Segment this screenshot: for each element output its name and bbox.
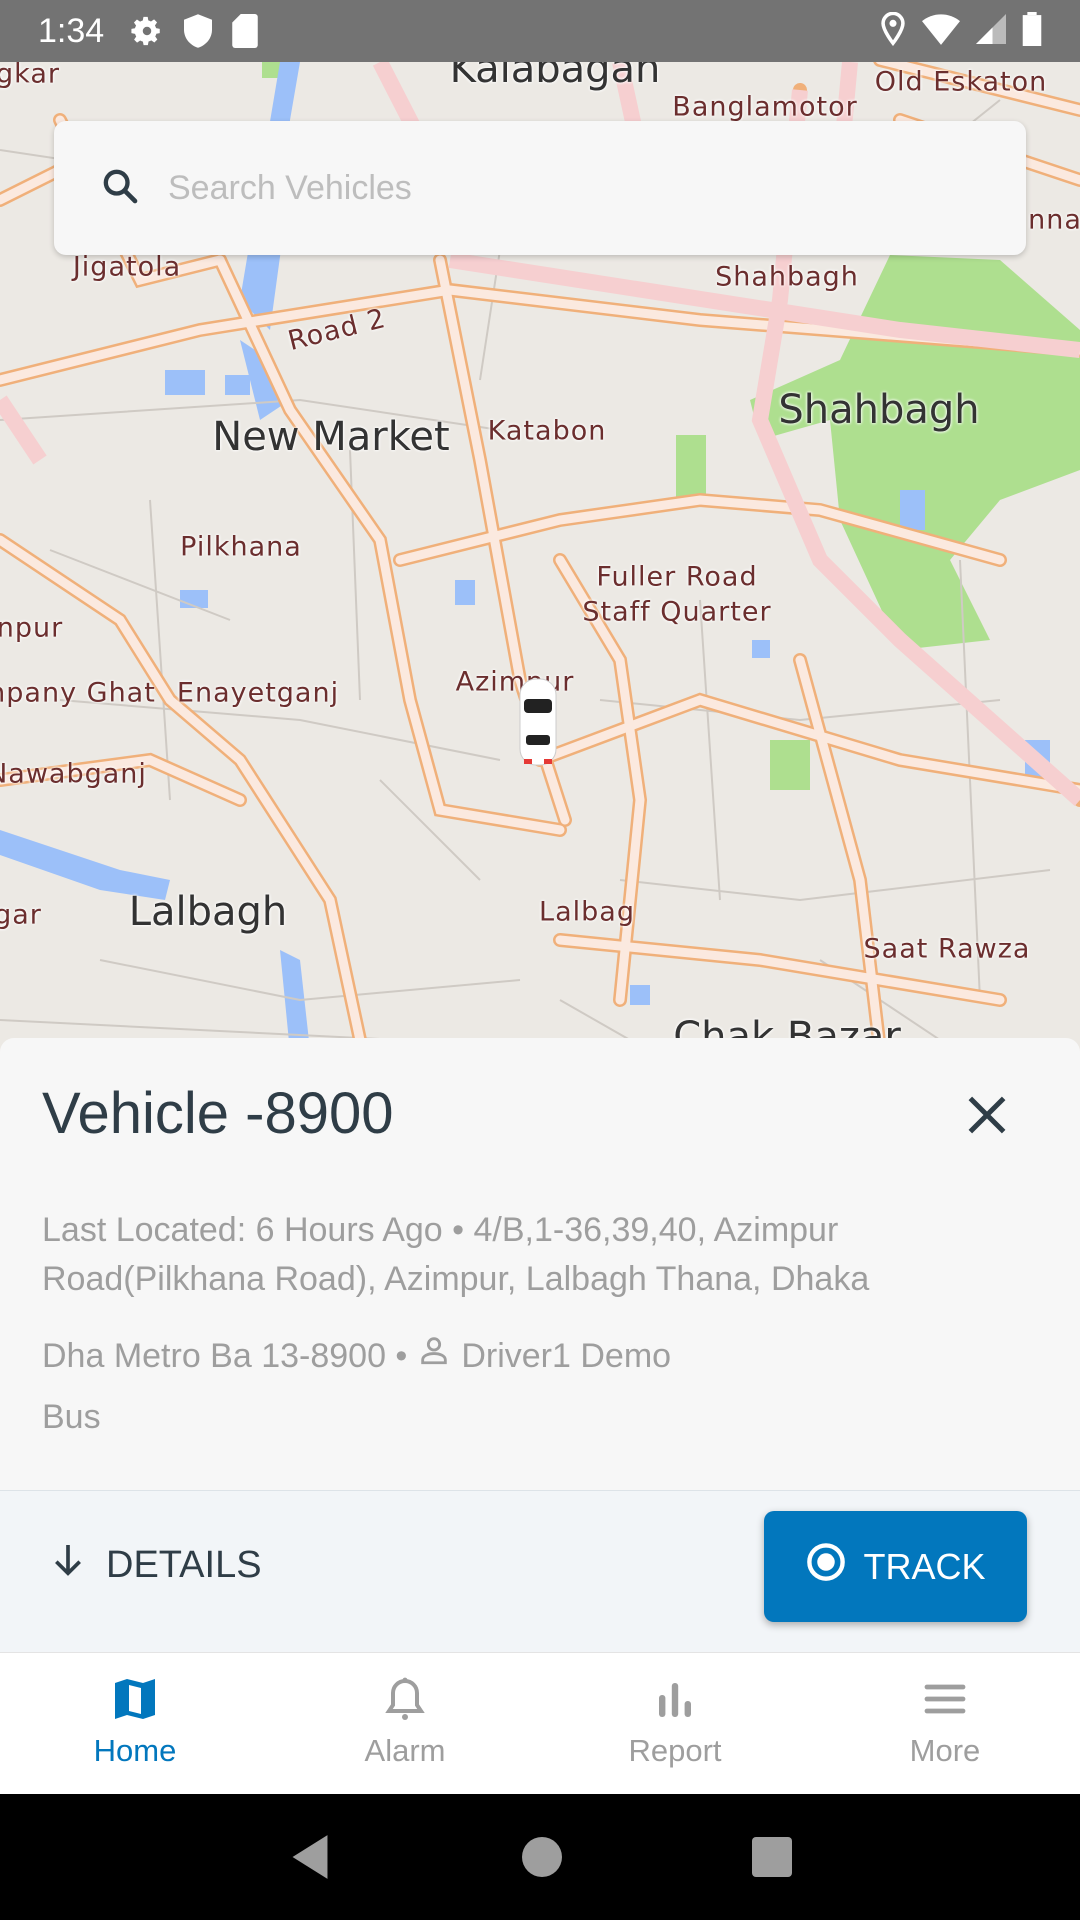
close-icon <box>968 1096 1006 1134</box>
signal-icon <box>976 13 1006 49</box>
map-label: gar <box>0 899 42 931</box>
map-label: Kalabagan <box>449 62 661 92</box>
sd-card-icon <box>232 14 258 48</box>
close-button[interactable] <box>962 1090 1012 1144</box>
nav-label: Home <box>93 1733 177 1768</box>
menu-icon <box>924 1684 966 1714</box>
map-label: npur <box>0 612 64 644</box>
details-label: DETAILS <box>106 1543 262 1586</box>
nav-label: Alarm <box>364 1733 446 1768</box>
registration-number: Dha Metro Ba 13-8900 • <box>42 1337 408 1375</box>
nav-label: Report <box>628 1733 722 1768</box>
wifi-icon <box>922 13 960 49</box>
settings-icon <box>130 14 164 48</box>
nav-label: More <box>909 1733 981 1768</box>
search-bar[interactable] <box>54 121 1026 255</box>
map-label: Banglamotor <box>672 91 858 123</box>
bottom-navigation: Home Alarm Report More <box>0 1652 1080 1794</box>
last-located-text: Last Located: 6 Hours Ago • 4/B,1-36,39,… <box>42 1211 870 1298</box>
vehicle-meta-row: Dha Metro Ba 13-8900 • Driver1 Demo <box>42 1332 1022 1381</box>
person-icon <box>417 1332 451 1381</box>
map-label: Fuller Road <box>596 561 758 593</box>
map-label: Staff Quarter <box>582 596 772 628</box>
battery-icon <box>1022 12 1042 50</box>
back-icon[interactable] <box>288 1833 332 1881</box>
map-label: Jigatola <box>72 251 182 283</box>
car-icon[interactable] <box>518 677 558 771</box>
status-bar: 1:34 <box>0 0 1080 62</box>
vehicle-title: Vehicle -8900 <box>42 1081 394 1146</box>
search-icon <box>100 166 140 210</box>
map-label: Shahbagh <box>715 261 859 293</box>
map-label: nna <box>1028 204 1080 236</box>
status-time: 1:34 <box>38 11 105 50</box>
map-label: Lalbagh <box>128 889 288 935</box>
map-label: Katabon <box>487 415 607 447</box>
map-label: Lalbag <box>539 896 635 928</box>
map-label: Shahbagh <box>778 387 980 433</box>
map-label: Saat Rawza <box>863 933 1031 965</box>
driver-name: Driver1 Demo <box>461 1337 672 1375</box>
details-button[interactable]: DETAILS <box>48 1540 262 1590</box>
shield-icon <box>184 14 213 48</box>
map-label: Nawabganj <box>0 758 147 790</box>
nav-home[interactable]: Home <box>0 1653 270 1794</box>
map-label: Old Eskaton <box>874 66 1048 98</box>
park <box>770 740 810 790</box>
bell-icon <box>385 1677 425 1720</box>
track-button[interactable]: TRACK <box>764 1511 1027 1622</box>
arrow-down-icon <box>48 1540 88 1590</box>
recents-icon[interactable] <box>752 1837 792 1877</box>
nav-more[interactable]: More <box>810 1653 1080 1794</box>
nav-report[interactable]: Report <box>540 1653 810 1794</box>
map-label: Enayetganj <box>176 677 340 709</box>
location-icon <box>880 11 906 50</box>
system-navigation-bar <box>0 1794 1080 1920</box>
vehicle-type: Bus <box>42 1398 101 1436</box>
map-label: Pilkhana <box>180 531 302 563</box>
search-input[interactable] <box>168 168 968 208</box>
nav-alarm[interactable]: Alarm <box>270 1653 540 1794</box>
home-circle-icon[interactable] <box>522 1837 562 1877</box>
map-label: gkar <box>0 62 60 90</box>
track-target-icon <box>805 1541 847 1592</box>
bar-chart-icon <box>659 1683 691 1717</box>
map-label: New Market <box>212 414 450 460</box>
map-label: npany Ghat <box>0 677 156 709</box>
map-icon <box>115 1679 155 1719</box>
track-label: TRACK <box>863 1545 986 1587</box>
